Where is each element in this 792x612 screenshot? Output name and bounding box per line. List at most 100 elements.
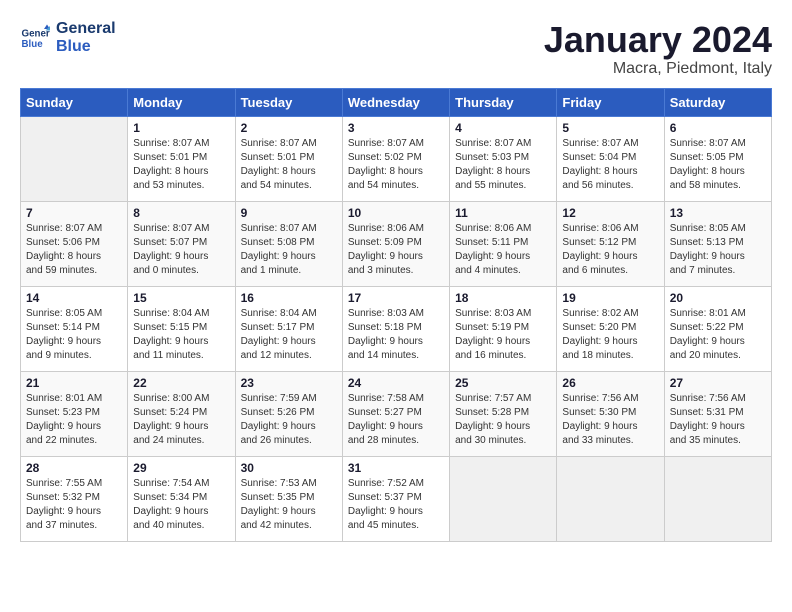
calendar-cell: 20 Sunrise: 8:01 AMSunset: 5:22 PMDayligh… — [664, 286, 771, 371]
day-number: 17 — [348, 291, 444, 305]
day-number: 30 — [241, 461, 337, 475]
calendar-cell: 1 Sunrise: 8:07 AMSunset: 5:01 PMDaylight… — [128, 116, 235, 201]
day-number: 4 — [455, 121, 551, 135]
calendar-cell: 22 Sunrise: 8:00 AMSunset: 5:24 PMDayligh… — [128, 371, 235, 456]
day-info: Sunrise: 8:07 AMSunset: 5:02 PMDaylight:… — [348, 137, 444, 193]
day-info: Sunrise: 8:07 AMSunset: 5:03 PMDaylight:… — [455, 137, 551, 193]
calendar-cell: 12Sunrise: 8:06 AMSunset: 5:12 PMDayligh… — [557, 201, 664, 286]
calendar-cell: 25 Sunrise: 7:57 AMSunset: 5:28 PMDayligh… — [450, 371, 557, 456]
svg-text:General: General — [22, 28, 51, 39]
weekday-header-thursday: Thursday — [450, 88, 557, 116]
day-number: 14 — [26, 291, 122, 305]
weekday-header-row: SundayMondayTuesdayWednesdayThursdayFrid… — [21, 88, 772, 116]
day-number: 25 — [455, 376, 551, 390]
calendar-cell: 11Sunrise: 8:06 AMSunset: 5:11 PMDayligh… — [450, 201, 557, 286]
day-number: 6 — [670, 121, 766, 135]
month-title: January 2024 — [544, 20, 772, 60]
day-number: 19 — [562, 291, 658, 305]
calendar-cell: 24Sunrise: 7:58 AMSunset: 5:27 PMDayligh… — [342, 371, 449, 456]
day-info: Sunrise: 8:07 AMSunset: 5:01 PMDaylight:… — [241, 137, 337, 193]
day-number: 28 — [26, 461, 122, 475]
day-number: 31 — [348, 461, 444, 475]
day-info: Sunrise: 8:06 AMSunset: 5:09 PMDaylight:… — [348, 222, 444, 278]
day-info: Sunrise: 8:07 AMSunset: 5:08 PMDaylight:… — [241, 222, 337, 278]
title-block: January 2024 Macra, Piedmont, Italy — [544, 20, 772, 78]
calendar-cell: 15 Sunrise: 8:04 AMSunset: 5:15 PMDayligh… — [128, 286, 235, 371]
day-info: Sunrise: 7:54 AMSunset: 5:34 PMDaylight:… — [133, 477, 229, 533]
day-number: 26 — [562, 376, 658, 390]
day-info: Sunrise: 7:56 AMSunset: 5:31 PMDaylight:… — [670, 392, 766, 448]
logo-text-blue: Blue — [56, 38, 116, 56]
day-info: Sunrise: 7:53 AMSunset: 5:35 PMDaylight:… — [241, 477, 337, 533]
day-info: Sunrise: 8:04 AMSunset: 5:17 PMDaylight:… — [241, 307, 337, 363]
day-info: Sunrise: 8:02 AMSunset: 5:20 PMDaylight:… — [562, 307, 658, 363]
logo-icon: General Blue — [20, 23, 50, 53]
calendar-week-3: 14 Sunrise: 8:05 AMSunset: 5:14 PMDayligh… — [21, 286, 772, 371]
calendar-cell: 8 Sunrise: 8:07 AMSunset: 5:07 PMDaylight… — [128, 201, 235, 286]
calendar-week-2: 7Sunrise: 8:07 AMSunset: 5:06 PMDaylight… — [21, 201, 772, 286]
calendar-cell: 6 Sunrise: 8:07 AMSunset: 5:05 PMDaylight… — [664, 116, 771, 201]
calendar-table: SundayMondayTuesdayWednesdayThursdayFrid… — [20, 88, 772, 542]
day-info: Sunrise: 8:07 AMSunset: 5:01 PMDaylight:… — [133, 137, 229, 193]
calendar-cell — [21, 116, 128, 201]
day-number: 3 — [348, 121, 444, 135]
day-info: Sunrise: 7:57 AMSunset: 5:28 PMDaylight:… — [455, 392, 551, 448]
location: Macra, Piedmont, Italy — [544, 60, 772, 78]
day-info: Sunrise: 8:07 AMSunset: 5:05 PMDaylight:… — [670, 137, 766, 193]
day-info: Sunrise: 7:56 AMSunset: 5:30 PMDaylight:… — [562, 392, 658, 448]
calendar-week-1: 1 Sunrise: 8:07 AMSunset: 5:01 PMDaylight… — [21, 116, 772, 201]
day-number: 15 — [133, 291, 229, 305]
day-number: 5 — [562, 121, 658, 135]
day-info: Sunrise: 7:59 AMSunset: 5:26 PMDaylight:… — [241, 392, 337, 448]
calendar-cell: 7Sunrise: 8:07 AMSunset: 5:06 PMDaylight… — [21, 201, 128, 286]
day-info: Sunrise: 8:07 AMSunset: 5:04 PMDaylight:… — [562, 137, 658, 193]
page-header: General Blue General Blue January 2024 M… — [20, 20, 772, 78]
day-info: Sunrise: 8:05 AMSunset: 5:14 PMDaylight:… — [26, 307, 122, 363]
day-number: 18 — [455, 291, 551, 305]
calendar-cell: 5 Sunrise: 8:07 AMSunset: 5:04 PMDaylight… — [557, 116, 664, 201]
day-info: Sunrise: 8:06 AMSunset: 5:12 PMDaylight:… — [562, 222, 658, 278]
day-number: 8 — [133, 206, 229, 220]
day-number: 2 — [241, 121, 337, 135]
calendar-cell: 2 Sunrise: 8:07 AMSunset: 5:01 PMDaylight… — [235, 116, 342, 201]
day-info: Sunrise: 8:00 AMSunset: 5:24 PMDaylight:… — [133, 392, 229, 448]
day-number: 10 — [348, 206, 444, 220]
calendar-cell: 18Sunrise: 8:03 AMSunset: 5:19 PMDayligh… — [450, 286, 557, 371]
calendar-cell: 16 Sunrise: 8:04 AMSunset: 5:17 PMDayligh… — [235, 286, 342, 371]
day-info: Sunrise: 8:04 AMSunset: 5:15 PMDaylight:… — [133, 307, 229, 363]
day-info: Sunrise: 8:05 AMSunset: 5:13 PMDaylight:… — [670, 222, 766, 278]
calendar-cell: 19 Sunrise: 8:02 AMSunset: 5:20 PMDayligh… — [557, 286, 664, 371]
day-info: Sunrise: 8:01 AMSunset: 5:23 PMDaylight:… — [26, 392, 122, 448]
day-number: 1 — [133, 121, 229, 135]
day-number: 16 — [241, 291, 337, 305]
day-info: Sunrise: 8:07 AMSunset: 5:07 PMDaylight:… — [133, 222, 229, 278]
weekday-header-monday: Monday — [128, 88, 235, 116]
day-info: Sunrise: 8:03 AMSunset: 5:18 PMDaylight:… — [348, 307, 444, 363]
calendar-cell: 23 Sunrise: 7:59 AMSunset: 5:26 PMDayligh… — [235, 371, 342, 456]
weekday-header-sunday: Sunday — [21, 88, 128, 116]
calendar-body: 1 Sunrise: 8:07 AMSunset: 5:01 PMDaylight… — [21, 116, 772, 541]
logo-text-general: General — [56, 20, 116, 38]
calendar-cell: 29 Sunrise: 7:54 AMSunset: 5:34 PMDayligh… — [128, 456, 235, 541]
day-number: 20 — [670, 291, 766, 305]
day-number: 23 — [241, 376, 337, 390]
calendar-cell — [664, 456, 771, 541]
calendar-cell: 27Sunrise: 7:56 AMSunset: 5:31 PMDayligh… — [664, 371, 771, 456]
day-number: 22 — [133, 376, 229, 390]
day-number: 29 — [133, 461, 229, 475]
calendar-cell: 13 Sunrise: 8:05 AMSunset: 5:13 PMDayligh… — [664, 201, 771, 286]
calendar-cell: 30 Sunrise: 7:53 AMSunset: 5:35 PMDayligh… — [235, 456, 342, 541]
day-number: 13 — [670, 206, 766, 220]
calendar-cell: 3 Sunrise: 8:07 AMSunset: 5:02 PMDaylight… — [342, 116, 449, 201]
calendar-cell: 31 Sunrise: 7:52 AMSunset: 5:37 PMDayligh… — [342, 456, 449, 541]
calendar-cell: 21Sunrise: 8:01 AMSunset: 5:23 PMDayligh… — [21, 371, 128, 456]
calendar-week-4: 21Sunrise: 8:01 AMSunset: 5:23 PMDayligh… — [21, 371, 772, 456]
calendar-cell: 9Sunrise: 8:07 AMSunset: 5:08 PMDaylight… — [235, 201, 342, 286]
weekday-header-friday: Friday — [557, 88, 664, 116]
day-info: Sunrise: 8:07 AMSunset: 5:06 PMDaylight:… — [26, 222, 122, 278]
day-number: 11 — [455, 206, 551, 220]
svg-text:Blue: Blue — [22, 39, 44, 50]
day-info: Sunrise: 8:01 AMSunset: 5:22 PMDaylight:… — [670, 307, 766, 363]
day-info: Sunrise: 7:52 AMSunset: 5:37 PMDaylight:… — [348, 477, 444, 533]
logo: General Blue General Blue — [20, 20, 116, 55]
